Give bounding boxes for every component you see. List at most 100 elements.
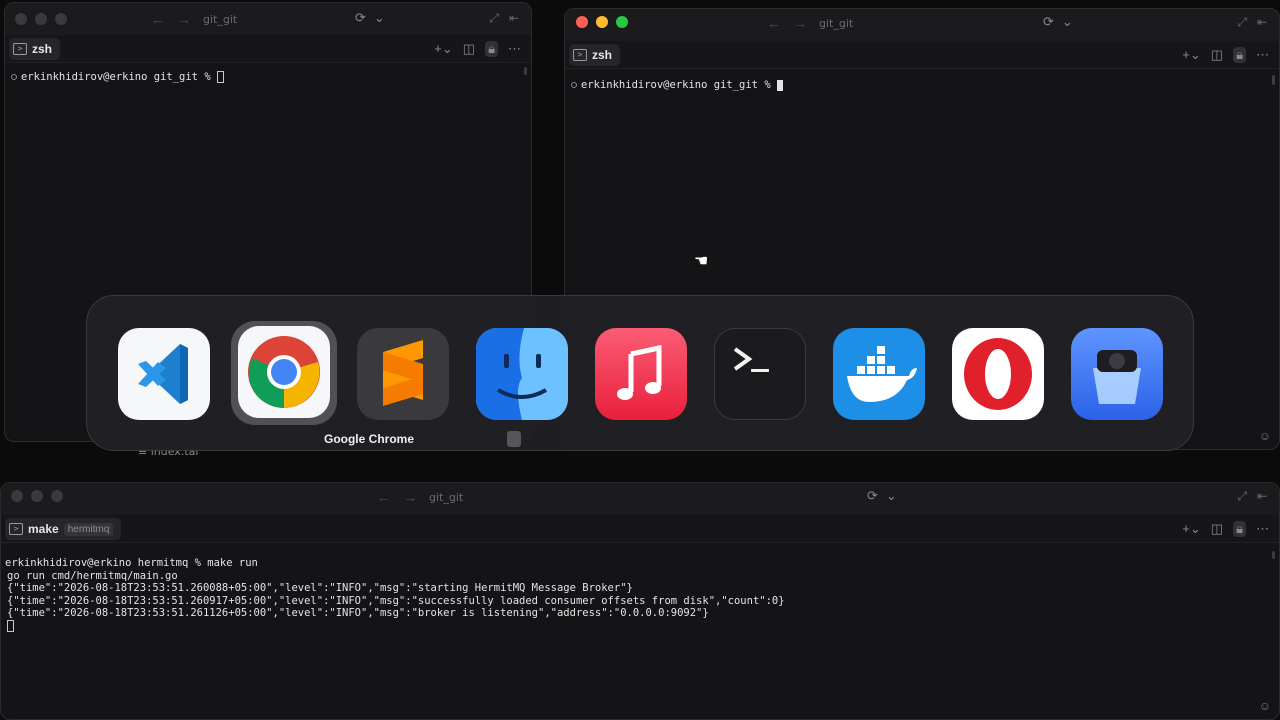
zoom-button[interactable] [51, 490, 63, 502]
back-arrow-icon[interactable]: ← [377, 489, 391, 505]
terminal-icon[interactable] [714, 328, 806, 420]
terminal-line: {"time":"2026-08-18T23:53:51.260088+05:0… [7, 582, 633, 594]
mouse-pointer-icon: ☚ [694, 253, 709, 270]
lock-icon[interactable]: 🔒︎ [485, 41, 498, 57]
window-title: git_git [203, 12, 238, 26]
terminal-icon: > [13, 43, 27, 55]
more-icon[interactable]: ⋯ [1256, 47, 1269, 63]
sublime-icon[interactable] [357, 328, 449, 420]
finder-icon[interactable] [476, 328, 568, 420]
forward-arrow-icon[interactable]: → [403, 489, 417, 505]
title-tools: ⟳ ⌄ [867, 488, 897, 504]
titlebar[interactable]: ← → git_git ⟳ ⌄ ⤢ ⇤ [1, 483, 1279, 515]
assistant-icon[interactable]: ☺ [1259, 699, 1271, 713]
chevron-down-icon[interactable]: ⌄ [1062, 14, 1073, 30]
tab-tools: +⌄ ◫ 🔒︎ ⋯ [1182, 47, 1269, 63]
tab-label: zsh [32, 42, 53, 56]
scrollbar[interactable] [524, 67, 527, 75]
close-button[interactable] [576, 16, 588, 28]
title-right-tools: ⤢ ⇤ [489, 11, 519, 26]
titlebar[interactable]: ← → git_git ⟳ ⌄ ⤢ ⇤ [565, 9, 1279, 41]
split-view-icon[interactable]: ◫ [463, 41, 475, 57]
vscode-icon[interactable] [118, 328, 210, 420]
cursor [7, 619, 14, 632]
tab-bar: > zsh +⌄ ◫ 🔒︎ ⋯ [5, 35, 531, 63]
close-button[interactable] [15, 13, 27, 25]
window-title: git_git [819, 16, 854, 30]
zoom-button[interactable] [616, 16, 628, 28]
title-right-tools: ⤢ ⇤ [1237, 489, 1267, 504]
fullscreen-icon[interactable]: ⤢ [1237, 15, 1247, 30]
tab-make[interactable]: > make hermitmq [5, 518, 122, 540]
status-dot-icon [0, 560, 1, 566]
terminal-icon: > [573, 49, 587, 61]
app-switcher: Google Chrome [86, 295, 1194, 451]
split-view-icon[interactable]: ◫ [1211, 521, 1223, 537]
nav: ← → git_git [767, 15, 853, 31]
tab-zsh[interactable]: > zsh [569, 44, 621, 66]
back-arrow-icon[interactable]: ← [151, 11, 165, 27]
terminal-window-bottom[interactable]: ← → git_git ⟳ ⌄ ⤢ ⇤ > make hermitmq +⌄ ◫… [0, 482, 1280, 720]
fullscreen-icon[interactable]: ⤢ [489, 11, 499, 26]
terminal-line: {"time":"2026-08-18T23:53:51.261126+05:0… [7, 607, 709, 619]
more-icon[interactable]: ⋯ [508, 41, 521, 57]
chrome-icon[interactable] [238, 326, 330, 418]
chevron-down-icon[interactable]: ⌄ [886, 488, 897, 504]
tab-label: make [28, 522, 59, 536]
minimize-button[interactable] [596, 16, 608, 28]
lens-icon[interactable] [1071, 328, 1163, 420]
docker-icon[interactable] [833, 328, 925, 420]
more-icon[interactable]: ⋯ [1256, 521, 1269, 537]
scrollbar[interactable] [1272, 551, 1275, 559]
sidebar-exit-icon[interactable]: ⇤ [509, 11, 519, 26]
prompt-line: erkinkhidirov@erkino git_git % [581, 79, 777, 91]
lock-icon[interactable]: 🔒︎ [1233, 47, 1246, 63]
window-controls [11, 490, 63, 502]
tab-tools: +⌄ ◫ 🔒︎ ⋯ [434, 41, 521, 57]
minimize-button[interactable] [31, 490, 43, 502]
tab-tools: +⌄ ◫ 🔒︎ ⋯ [1182, 521, 1269, 537]
nav: ← → git_git [151, 11, 237, 27]
add-tab-icon[interactable]: +⌄ [434, 41, 452, 57]
sidebar-exit-icon[interactable]: ⇤ [1257, 489, 1267, 504]
terminal-line: {"time":"2026-08-18T23:53:51.260917+05:0… [7, 594, 785, 607]
tab-zsh[interactable]: > zsh [9, 38, 61, 60]
window-controls [15, 13, 67, 25]
cursor [776, 79, 783, 91]
add-tab-icon[interactable]: +⌄ [1182, 521, 1200, 537]
forward-arrow-icon[interactable]: → [793, 15, 807, 31]
assistant-icon[interactable]: ☺ [1259, 429, 1271, 443]
command-line: erkinkhidirov@erkino hermitmq % make run [5, 557, 258, 569]
status-dot-icon [11, 74, 17, 80]
opera-icon[interactable] [952, 328, 1044, 420]
selected-app-label: Google Chrome [323, 432, 414, 446]
back-arrow-icon[interactable]: ← [767, 15, 781, 31]
title-tools: ⟳ ⌄ [1043, 14, 1073, 30]
tab-label: zsh [592, 48, 613, 62]
chevron-down-icon[interactable]: ⌄ [374, 10, 385, 26]
add-tab-icon[interactable]: +⌄ [1182, 47, 1200, 63]
split-view-icon[interactable]: ◫ [1211, 47, 1223, 63]
prompt-line: erkinkhidirov@erkino git_git % [21, 71, 217, 83]
terminal-line [7, 619, 1273, 633]
lock-icon[interactable]: 🔒︎ [1233, 521, 1246, 537]
window-title: git_git [429, 490, 464, 504]
minimize-button[interactable] [35, 13, 47, 25]
terminal-output[interactable]: erkinkhidirov@erkino hermitmq % make run… [1, 549, 1279, 719]
close-button[interactable] [11, 490, 23, 502]
forward-arrow-icon[interactable]: → [177, 11, 191, 27]
fullscreen-icon[interactable]: ⤢ [1237, 489, 1247, 504]
scrollbar[interactable] [1272, 75, 1275, 85]
refresh-icon[interactable]: ⟳ [1043, 14, 1054, 30]
sidebar-exit-icon[interactable]: ⇤ [1257, 15, 1267, 30]
zoom-button[interactable] [55, 13, 67, 25]
music-icon[interactable] [595, 328, 687, 420]
refresh-icon[interactable]: ⟳ [355, 10, 366, 26]
nav: ← → git_git [377, 489, 463, 505]
terminal-icon: > [9, 523, 23, 535]
cursor [216, 71, 224, 83]
tab-bar: > zsh +⌄ ◫ 🔒︎ ⋯ [565, 41, 1279, 69]
titlebar[interactable]: ← → git_git ⟳ ⌄ ⤢ ⇤ [5, 3, 531, 35]
status-dot-icon [571, 82, 577, 88]
refresh-icon[interactable]: ⟳ [867, 488, 878, 504]
